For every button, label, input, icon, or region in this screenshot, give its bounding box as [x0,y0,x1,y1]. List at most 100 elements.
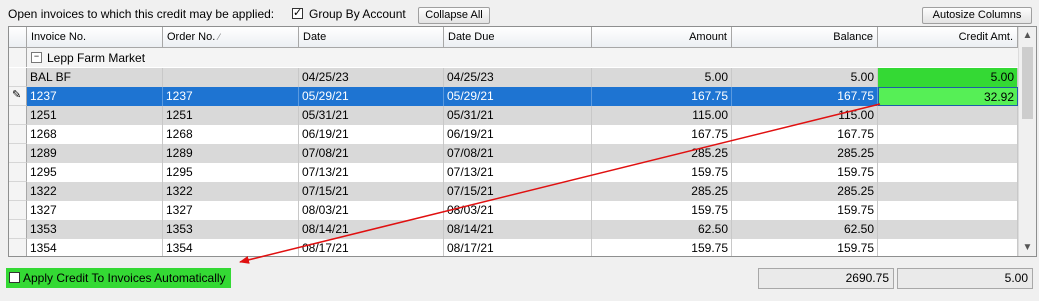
invoice-grid[interactable]: Invoice No. Order No. ⁄ Date Date Due Am… [8,26,1037,257]
table-row[interactable]: 1251 1251 05/31/21 05/31/21 115.00 115.00 [27,106,1018,125]
cell-amount: 159.75 [592,163,732,182]
cell-order-no: 1289 [163,144,299,163]
table-row[interactable]: 1289 1289 07/08/21 07/08/21 285.25 285.25 [27,144,1018,163]
col-date[interactable]: Date [299,27,444,47]
cell-invoice-no: 1289 [27,144,163,163]
cell-date: 07/08/21 [299,144,444,163]
group-row-lepp-farm-market[interactable]: − Lepp Farm Market [27,48,1018,67]
row-selector[interactable] [9,163,27,182]
cell-date-due: 05/29/21 [444,87,592,106]
vertical-scrollbar[interactable]: ▲ ▼ [1018,27,1036,256]
cell-date: 08/03/21 [299,201,444,220]
cell-amount: 5.00 [592,68,732,87]
cell-amount: 159.75 [592,201,732,220]
cell-balance: 167.75 [732,125,878,144]
cell-date-due: 07/08/21 [444,144,592,163]
apply-credit-automatically[interactable]: Apply Credit To Invoices Automatically [6,268,231,288]
group-label: Lepp Farm Market [47,51,146,65]
collapse-group-icon[interactable]: − [31,52,42,63]
cell-date-due: 08/14/21 [444,220,592,239]
group-row-selector[interactable] [9,48,27,67]
col-order-no[interactable]: Order No. ⁄ [163,27,299,47]
row-selector[interactable] [9,125,27,144]
row-selector[interactable] [9,106,27,125]
table-row[interactable]: 1353 1353 08/14/21 08/14/21 62.50 62.50 [27,220,1018,239]
col-date-due[interactable]: Date Due [444,27,592,47]
cell-invoice-no: BAL BF [27,68,163,87]
cell-credit-amt[interactable] [878,163,1018,182]
cell-order-no [163,68,299,87]
scrollbar-thumb[interactable] [1022,47,1033,119]
cell-order-no: 1327 [163,201,299,220]
cell-date-due: 04/25/23 [444,68,592,87]
row-selector[interactable]: ✎ [9,87,27,106]
table-row[interactable]: 1322 1322 07/15/21 07/15/21 285.25 285.25 [27,182,1018,201]
group-by-account-checkbox[interactable] [292,6,303,20]
cell-order-no: 1295 [163,163,299,182]
cell-credit-amt[interactable] [878,125,1018,144]
cell-balance: 62.50 [732,220,878,239]
cell-invoice-no: 1322 [27,182,163,201]
pencil-icon: ✎ [12,89,22,101]
cell-credit-amt[interactable]: 5.00 [878,68,1018,87]
table-row[interactable]: 1268 1268 06/19/21 06/19/21 167.75 167.75 [27,125,1018,144]
cell-amount: 167.75 [592,125,732,144]
cell-order-no: 1268 [163,125,299,144]
cell-credit-amt[interactable] [878,201,1018,220]
apply-credit-automatically-checkbox[interactable] [9,272,20,283]
row-selector[interactable] [9,182,27,201]
row-selector[interactable] [9,239,27,256]
cell-balance: 115.00 [732,106,878,125]
cell-balance: 167.75 [732,87,878,106]
col-credit-amt[interactable]: Credit Amt. [878,27,1018,47]
cell-amount: 115.00 [592,106,732,125]
cell-date: 08/14/21 [299,220,444,239]
row-selector[interactable] [9,68,27,87]
table-row[interactable]: BAL BF 04/25/23 04/25/23 5.00 5.00 5.00 [27,68,1018,87]
cell-order-no: 1322 [163,182,299,201]
chevron-up-icon[interactable]: ▲ [1019,27,1036,44]
collapse-all-button[interactable]: Collapse All [418,7,490,24]
table-row[interactable]: 1327 1327 08/03/21 08/03/21 159.75 159.75 [27,201,1018,220]
grid-header: Invoice No. Order No. ⁄ Date Date Due Am… [9,27,1036,48]
cell-date: 07/13/21 [299,163,444,182]
cell-order-no: 1237 [163,87,299,106]
col-amount[interactable]: Amount [592,27,732,47]
row-selector[interactable] [9,201,27,220]
cell-credit-amt[interactable] [878,106,1018,125]
cell-credit-amt[interactable]: 32.92 [878,87,1018,106]
row-selector[interactable] [9,220,27,239]
cell-balance: 159.75 [732,201,878,220]
cell-date: 06/19/21 [299,125,444,144]
chevron-down-icon[interactable]: ▼ [1019,239,1036,256]
sort-indicator-icon: ⁄ [218,32,220,42]
cell-balance: 159.75 [732,239,878,256]
autosize-columns-button[interactable]: Autosize Columns [922,7,1032,24]
cell-credit-amt[interactable] [878,182,1018,201]
cell-credit-amt[interactable] [878,220,1018,239]
col-invoice-no[interactable]: Invoice No. [27,27,163,47]
table-row[interactable]: 1295 1295 07/13/21 07/13/21 159.75 159.75 [27,163,1018,182]
cell-balance: 5.00 [732,68,878,87]
col-balance[interactable]: Balance [732,27,878,47]
cell-date: 07/15/21 [299,182,444,201]
cell-amount: 285.25 [592,144,732,163]
table-row[interactable]: 1354 1354 08/17/21 08/17/21 159.75 159.75 [27,239,1018,256]
table-row[interactable]: 1237 1237 05/29/21 05/29/21 167.75 167.75 32.9… [27,87,1018,106]
cell-credit-amt[interactable] [878,144,1018,163]
cell-amount: 167.75 [592,87,732,106]
cell-date-due: 05/31/21 [444,106,592,125]
apply-credit-automatically-label[interactable]: Apply Credit To Invoices Automatically [23,271,226,285]
cell-order-no: 1353 [163,220,299,239]
cell-amount: 285.25 [592,182,732,201]
cell-invoice-no: 1251 [27,106,163,125]
cell-order-no: 1251 [163,106,299,125]
cell-invoice-no: 1268 [27,125,163,144]
credit-total: 5.00 [897,268,1033,289]
row-selector[interactable] [9,144,27,163]
group-by-account-label[interactable]: Group By Account [309,7,406,21]
cell-invoice-no: 1295 [27,163,163,182]
cell-date-due: 07/13/21 [444,163,592,182]
cell-date-due: 06/19/21 [444,125,592,144]
cell-credit-amt[interactable] [878,239,1018,256]
